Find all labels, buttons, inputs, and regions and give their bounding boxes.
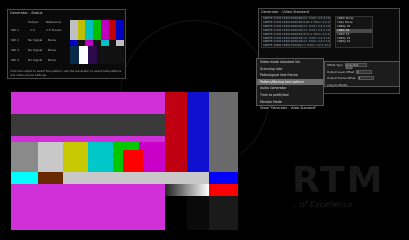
list-item[interactable]: SMPTE 296M 1280x720/60/1:1 YCbCr 4:2:2 1…	[262, 44, 330, 48]
menu-item[interactable]: Scanning rate	[257, 66, 323, 73]
blue-bar	[187, 92, 209, 182]
watermark-tagline: ...of Excellence	[292, 200, 353, 209]
cyan-bar	[88, 142, 113, 172]
menu-item[interactable]: Show "Generator - Video Standard"	[257, 105, 323, 112]
black-block	[165, 196, 187, 230]
row-label: SDI 3	[11, 48, 19, 52]
magenta-block	[11, 92, 165, 114]
red-strip	[209, 184, 238, 196]
gray-bar	[209, 92, 238, 182]
menu-item[interactable]: Video mode standard list	[257, 59, 323, 66]
test-pattern-color-bars	[11, 92, 238, 230]
gray-ramp	[165, 184, 209, 196]
context-submenu: Offset Type Cross Hair Static Output Lev…	[324, 61, 400, 87]
gray-block	[11, 114, 165, 136]
video-standard-list[interactable]: SMPTE 274M 1920x1080/60/2:1 YCbCr 4:2:2 …	[261, 16, 331, 48]
menu-item-highlighted[interactable]: Pattern/Moving test pattern	[257, 78, 323, 86]
col-output-label: Output	[28, 20, 39, 24]
row-ref: 1.5 Frozen	[46, 28, 62, 32]
menu-item[interactable]: Monitor Mode	[257, 99, 323, 106]
row-output: 1.5	[30, 28, 35, 32]
row-label: SDI 1	[11, 28, 19, 32]
generator-status-panel: Generator - Status Output Reference SDI …	[7, 9, 126, 79]
row-output: No Signal	[28, 38, 43, 42]
white-strip	[63, 172, 165, 184]
white-bar	[38, 142, 63, 172]
red-square	[123, 150, 143, 172]
list-item[interactable]: 1080p 24	[336, 40, 372, 44]
offset-type-select[interactable]: Cross Hair Static	[344, 63, 367, 70]
menu-item[interactable]: Time to profit/test	[257, 92, 323, 99]
submenu-label: Output Frame Offset	[327, 76, 356, 81]
watermark-logo: RTM	[292, 160, 385, 201]
brown-strip	[38, 172, 63, 184]
red-bar	[165, 92, 187, 182]
output-preview-thumbnail[interactable]	[70, 20, 124, 64]
submenu-label: Offset Type	[327, 63, 343, 68]
level-offset-input[interactable]: 0	[356, 69, 373, 74]
row-ref: None	[48, 38, 56, 42]
panel-title: Generator - Video Standard	[261, 10, 310, 14]
col-reference-label: Reference	[46, 20, 62, 24]
resolution-list[interactable]: 1080i Mode 720p Mode 1080p 30 1080i 60 1…	[335, 16, 373, 48]
cyan-strip	[11, 172, 38, 184]
frame-offset-input[interactable]: 0	[357, 76, 374, 81]
panel-title: Generator - Status	[10, 11, 43, 15]
row-ref: None	[48, 58, 56, 62]
yellow-bar	[63, 142, 88, 172]
black-block	[187, 196, 209, 230]
submenu-label: Output Level Offset	[327, 69, 355, 74]
menu-item[interactable]: Pathological test fixture	[257, 72, 323, 79]
submenu-label: Copy to Media	[327, 82, 348, 87]
submenu-row[interactable]: Copy to Media	[325, 82, 399, 89]
menu-item[interactable]: Audio Generator	[257, 85, 323, 92]
white-strip	[165, 172, 209, 184]
magenta-bottom-block	[11, 184, 165, 230]
row-output: No Signal	[28, 58, 43, 62]
gray-bar	[11, 142, 38, 172]
blue-strip	[209, 172, 238, 184]
status-message: Click the output to select the pattern. …	[10, 69, 122, 77]
row-ref: None	[48, 48, 56, 52]
row-output: No Signal	[28, 48, 43, 52]
context-menu: Video mode standard list Scanning rate P…	[256, 58, 324, 110]
row-label: SDI 4	[11, 58, 19, 62]
dark-block	[209, 196, 238, 230]
row-label: SDI 2	[11, 38, 19, 42]
